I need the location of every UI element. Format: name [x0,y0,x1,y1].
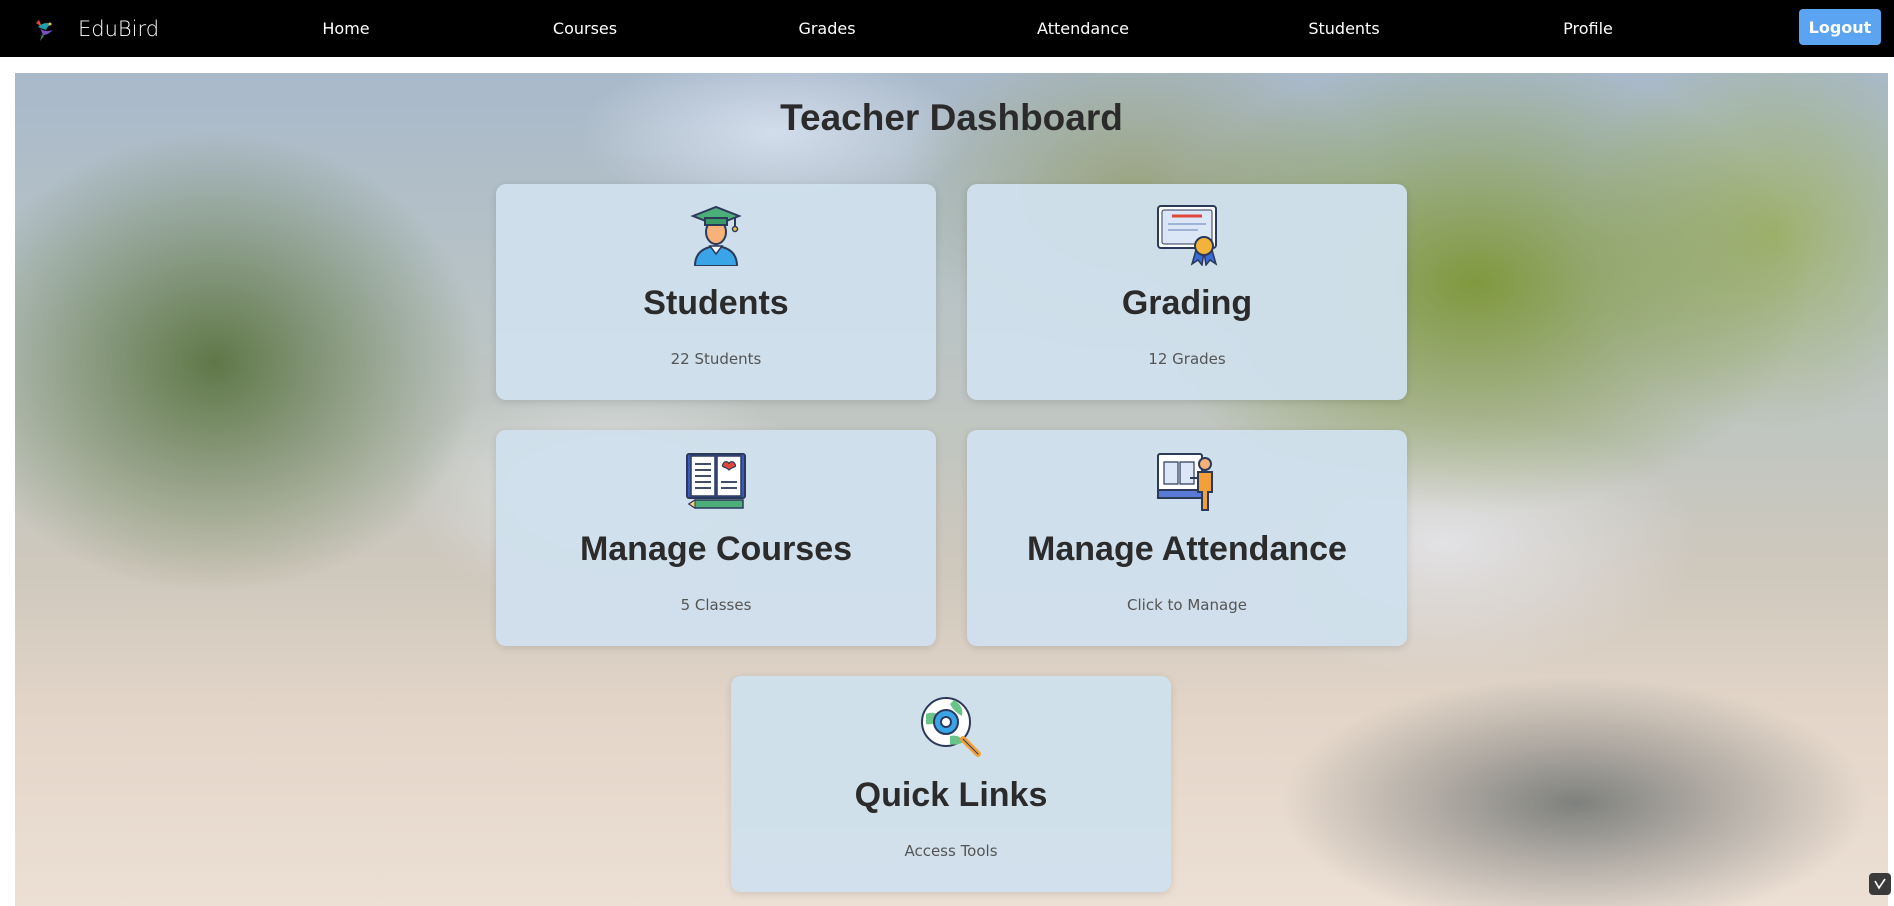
card-subtitle: Click to Manage [1127,596,1247,614]
card-title: Students [643,284,789,322]
card-title: Quick Links [854,776,1048,814]
top-navbar: EduBird Home Courses Grades Attendance S… [0,0,1894,57]
certificate-icon [1157,205,1218,266]
graduate-student-icon [690,205,742,266]
card-subtitle: 22 Students [670,350,762,368]
manage-attendance-card[interactable]: Manage Attendance Click to Manage [967,430,1407,646]
card-title: Grading [1121,284,1253,322]
manage-courses-card[interactable]: Manage Courses 5 Classes [496,430,936,646]
teacher-board-icon [1157,453,1213,511]
card-subtitle: 12 Grades [1148,350,1226,368]
nav-home[interactable]: Home [322,0,369,57]
nav-courses[interactable]: Courses [553,0,617,57]
bird-logo-icon [36,19,53,41]
corner-widget-icon[interactable] [1869,873,1891,895]
card-subtitle: Access Tools [904,842,998,860]
logout-button[interactable]: Logout [1799,9,1881,45]
brand-home-link[interactable]: EduBird [30,0,159,57]
card-subtitle: 5 Classes [680,596,752,614]
page-title: Teacher Dashboard [780,97,1123,138]
students-card[interactable]: Students 22 Students [496,184,936,400]
check-arrow-icon [1874,878,1886,890]
card-title: Manage Courses [579,530,853,568]
nav-attendance[interactable]: Attendance [1037,0,1129,57]
nav-profile[interactable]: Profile [1563,0,1613,57]
open-book-icon [686,453,746,509]
gear-search-icon [921,697,981,757]
dashboard-hero: Teacher Dashboard Students 22 Students G… [15,73,1888,906]
grading-card[interactable]: Grading 12 Grades [967,184,1407,400]
brand-name: EduBird [78,16,160,41]
card-title: Manage Attendance [1027,530,1347,568]
nav-students[interactable]: Students [1308,0,1379,57]
nav-grades[interactable]: Grades [798,0,855,57]
quick-links-card[interactable]: Quick Links Access Tools [731,676,1171,892]
